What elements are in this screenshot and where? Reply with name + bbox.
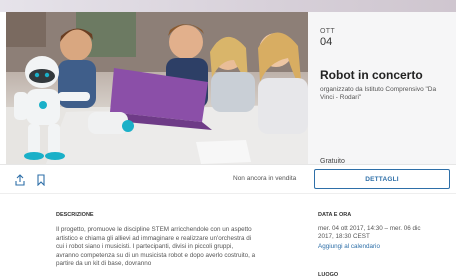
event-organizer: organizzato da Istituto Comprensivo "Da …: [320, 86, 437, 101]
description-heading: DESCRIZIONE: [56, 212, 94, 218]
ticket-status: Non ancora in vendita: [233, 175, 297, 182]
action-bar: Non ancora in vendita DETTAGLI: [0, 164, 456, 194]
date-time-heading: DATA E ORA: [318, 212, 352, 218]
header-band: [0, 0, 456, 12]
location-heading: LUOGO: [318, 272, 339, 278]
event-title: Robot in concerto: [320, 68, 423, 82]
event-info-panel: OTT 04 Robot in concerto organizzato da …: [308, 12, 456, 165]
event-day: 04: [320, 36, 333, 48]
add-to-calendar-link[interactable]: Aggiungi al calendario: [318, 243, 380, 250]
bookmark-icon: [37, 174, 45, 187]
save-button[interactable]: [36, 173, 46, 187]
description-body: Il progetto, promuove le discipline STEM…: [56, 226, 256, 268]
share-icon: [15, 174, 25, 186]
date-time-range: mer. 04 ott 2017, 14:30 – mer. 06 dic 20…: [318, 225, 421, 240]
event-month: OTT: [320, 28, 335, 35]
share-button[interactable]: [14, 173, 26, 186]
details-button[interactable]: DETTAGLI: [314, 169, 450, 189]
event-hero-image: [6, 12, 308, 164]
